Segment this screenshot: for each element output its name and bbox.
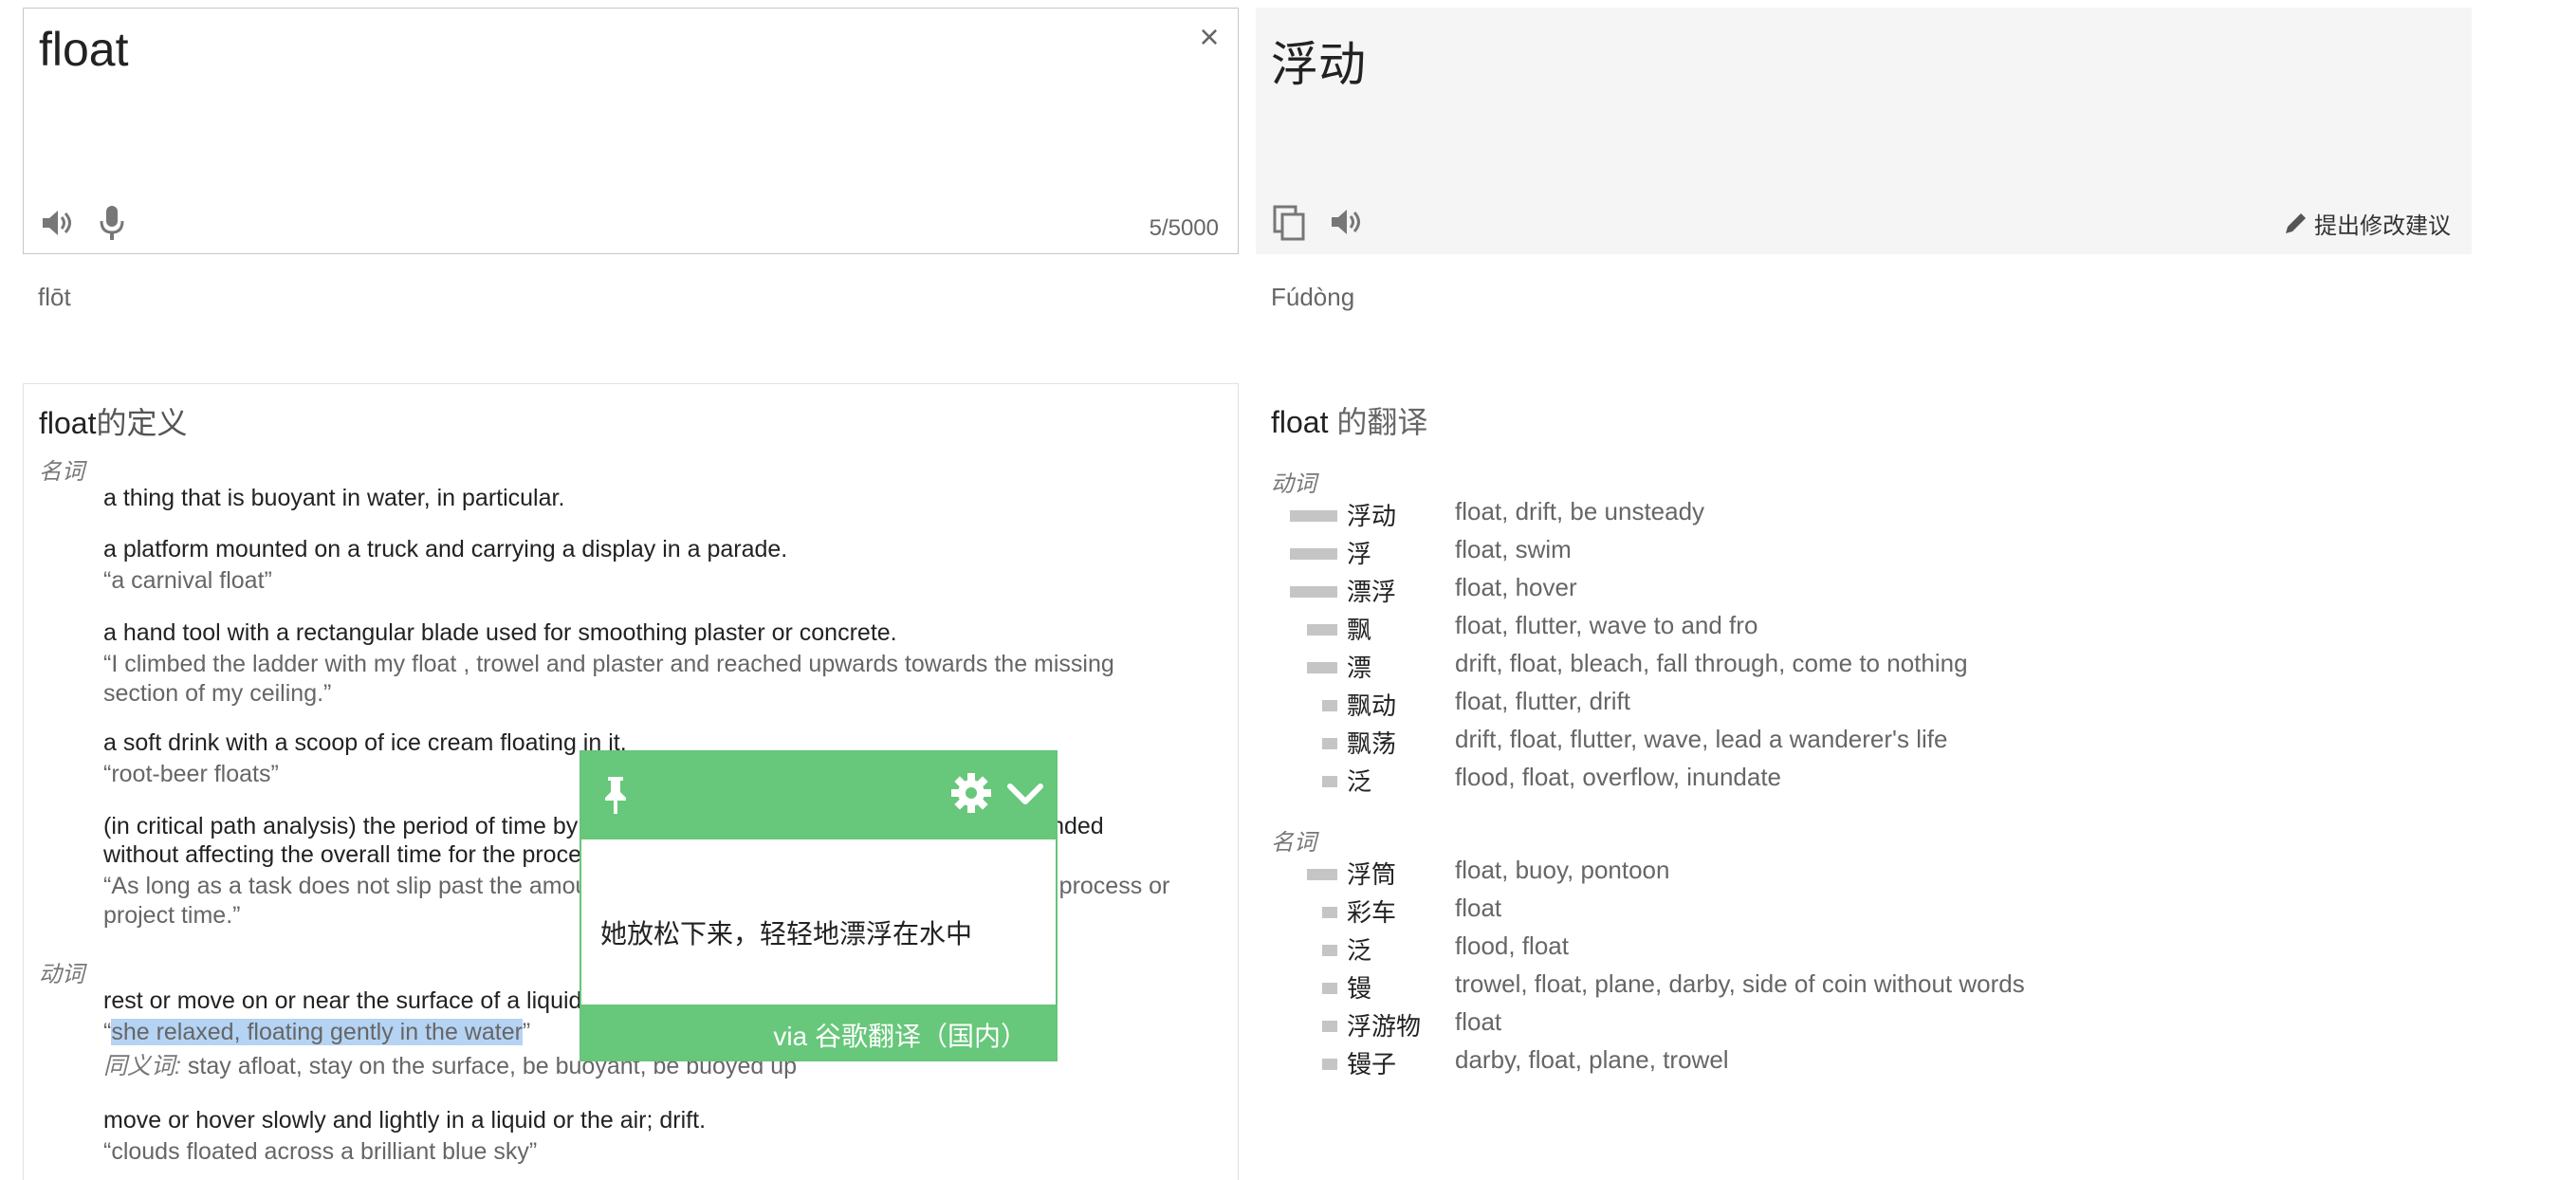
translation-meanings: float (1455, 1007, 1502, 1036)
translation-row[interactable]: 泛 flood, float (1256, 931, 2204, 969)
translation-row[interactable]: 漂 drift, float, bleach, fall through, com… (1256, 649, 2204, 687)
frequency-bar (1322, 983, 1337, 994)
popup-translation-text: 她放松下来，轻轻地漂浮在水中 (600, 919, 973, 949)
translation-word[interactable]: 镘 (1347, 969, 1371, 1005)
popup-source-label: via 谷歌翻译（国内） (773, 1022, 1027, 1051)
definition-gloss: move or hover slowly and lightly in a li… (103, 1107, 707, 1134)
selected-text[interactable]: she relaxed, floating gently in the wate… (111, 1019, 523, 1045)
translation-word[interactable]: 漂浮 (1347, 573, 1396, 608)
translation-row[interactable]: 彩车 float (1256, 894, 2204, 931)
translation-word[interactable]: 浮动 (1347, 497, 1396, 532)
target-panel: 浮动 提出修改建议 (1256, 8, 2472, 254)
translation-meanings: float, drift, be unsteady (1455, 497, 1705, 525)
definitions-title: float的定义 (39, 406, 188, 440)
translations-panel: float 的翻译 动词 浮动 float, drift, be unsteady… (1256, 383, 2489, 1123)
translation-word[interactable]: 飘动 (1347, 687, 1396, 722)
pos-noun-label: 名词 (39, 459, 84, 485)
character-count: 5/5000 (1149, 215, 1219, 241)
popup-footer: via 谷歌翻译（国内） (581, 1005, 1056, 1060)
translation-meanings: trowel, float, plane, darby, side of coi… (1455, 969, 2025, 998)
translation-row[interactable]: 飘 float, flutter, wave to and fro (1256, 611, 2204, 649)
frequency-bar (1322, 1021, 1337, 1032)
translation-row[interactable]: 镘子 darby, float, plane, trowel (1256, 1045, 2204, 1083)
translation-word[interactable]: 浮游物 (1347, 1007, 1421, 1042)
frequency-bar (1307, 662, 1337, 673)
translation-meanings: flood, float, overflow, inundate (1455, 763, 1782, 791)
translation-meanings: float, swim (1455, 535, 1572, 563)
definition-example: “clouds floated across a brilliant blue … (103, 1138, 538, 1165)
translation-row[interactable]: 漂浮 float, hover (1256, 573, 2204, 611)
pos-noun-label: 名词 (1271, 830, 1316, 856)
translation-meanings: drift, float, flutter, wave, lead a wand… (1455, 725, 1948, 753)
speaker-icon[interactable] (1328, 205, 1362, 239)
translation-row[interactable]: 浮游物 float (1256, 1007, 2204, 1045)
definition-gloss: a platform mounted on a truck and carryi… (103, 536, 788, 562)
frequency-bar (1322, 700, 1337, 711)
translation-word[interactable]: 飘 (1347, 611, 1371, 646)
definition-example: “I climbed the ladder with my float , tr… (103, 651, 1114, 707)
frequency-bar (1290, 510, 1337, 522)
translation-word[interactable]: 漂 (1347, 649, 1371, 684)
pos-verb-label: 动词 (1271, 471, 1316, 497)
translation-word[interactable]: 泛 (1347, 931, 1371, 967)
translation-word[interactable]: 飘荡 (1347, 725, 1396, 760)
frequency-bar (1290, 586, 1337, 598)
frequency-bar (1322, 738, 1337, 749)
translation-word[interactable]: 泛 (1347, 763, 1371, 798)
translation-row[interactable]: 浮 float, swim (1256, 535, 2204, 573)
translation-row[interactable]: 飘荡 drift, float, flutter, wave, lead a wa… (1256, 725, 2204, 763)
suggest-edit-label: 提出修改建议 (2314, 213, 2451, 239)
translation-word[interactable]: 镘子 (1347, 1045, 1396, 1080)
translations-title: float 的翻译 (1271, 405, 1428, 439)
frequency-bar (1322, 776, 1337, 787)
frequency-bar (1322, 945, 1337, 956)
chevron-down-icon[interactable] (1006, 775, 1044, 813)
definition-gloss: a thing that is buoyant in water, in par… (103, 485, 565, 511)
frequency-bar (1290, 548, 1337, 560)
speaker-icon[interactable] (39, 206, 73, 240)
translation-meanings: drift, float, bleach, fall through, come… (1455, 649, 1968, 677)
translation-word[interactable]: 彩车 (1347, 894, 1396, 929)
translation-meanings: float, buoy, pontoon (1455, 856, 1670, 884)
translation-row[interactable]: 浮筒 float, buoy, pontoon (1256, 856, 2204, 894)
pencil-icon (2286, 212, 2306, 233)
source-panel: float × 5/5000 (23, 8, 1239, 254)
translation-word[interactable]: 浮筒 (1347, 856, 1396, 891)
frequency-bar (1322, 1059, 1337, 1070)
clear-button[interactable]: × (1190, 18, 1228, 56)
translation-row[interactable]: 飘动 float, flutter, drift (1256, 687, 2204, 725)
gear-icon[interactable] (949, 771, 993, 815)
pin-icon[interactable] (597, 773, 635, 817)
translation-word[interactable]: 浮 (1347, 535, 1371, 570)
source-text-input[interactable]: float (39, 22, 129, 77)
definition-gloss: a hand tool with a rectangular blade use… (103, 619, 897, 646)
translation-meanings: float, flutter, drift (1455, 687, 1630, 715)
translation-meanings: flood, float (1455, 931, 1569, 960)
pos-verb-label: 动词 (39, 962, 84, 987)
translation-row[interactable]: 泛 flood, float, overflow, inundate (1256, 763, 2204, 801)
suggest-edit-button[interactable]: 提出修改建议 (2282, 207, 2451, 240)
frequency-bar (1307, 624, 1337, 636)
popup-header (581, 752, 1056, 839)
translation-row[interactable]: 浮动 float, drift, be unsteady (1256, 497, 2204, 535)
translation-row[interactable]: 镘 trowel, float, plane, darby, side of co… (1256, 969, 2204, 1007)
source-transliteration: flōt (38, 283, 71, 311)
translation-popup: 她放松下来，轻轻地漂浮在水中 via 谷歌翻译（国内） (580, 750, 1058, 1061)
copy-icon[interactable] (1273, 205, 1307, 241)
translated-text: 浮动 (1271, 38, 1366, 91)
translation-meanings: float, flutter, wave to and fro (1455, 611, 1758, 639)
translation-meanings: float, hover (1455, 573, 1577, 601)
translation-meanings: float (1455, 894, 1502, 922)
microphone-icon[interactable] (96, 204, 128, 242)
frequency-bar (1307, 869, 1337, 880)
frequency-bar (1322, 907, 1337, 918)
translation-meanings: darby, float, plane, trowel (1455, 1045, 1729, 1074)
definition-example: “a carnival float” (103, 567, 272, 594)
definition-gloss-continued: without affecting the overall time for t… (103, 841, 612, 868)
definition-gloss: a soft drink with a scoop of ice cream f… (103, 729, 627, 756)
target-transliteration: Fúdòng (1271, 283, 1355, 311)
